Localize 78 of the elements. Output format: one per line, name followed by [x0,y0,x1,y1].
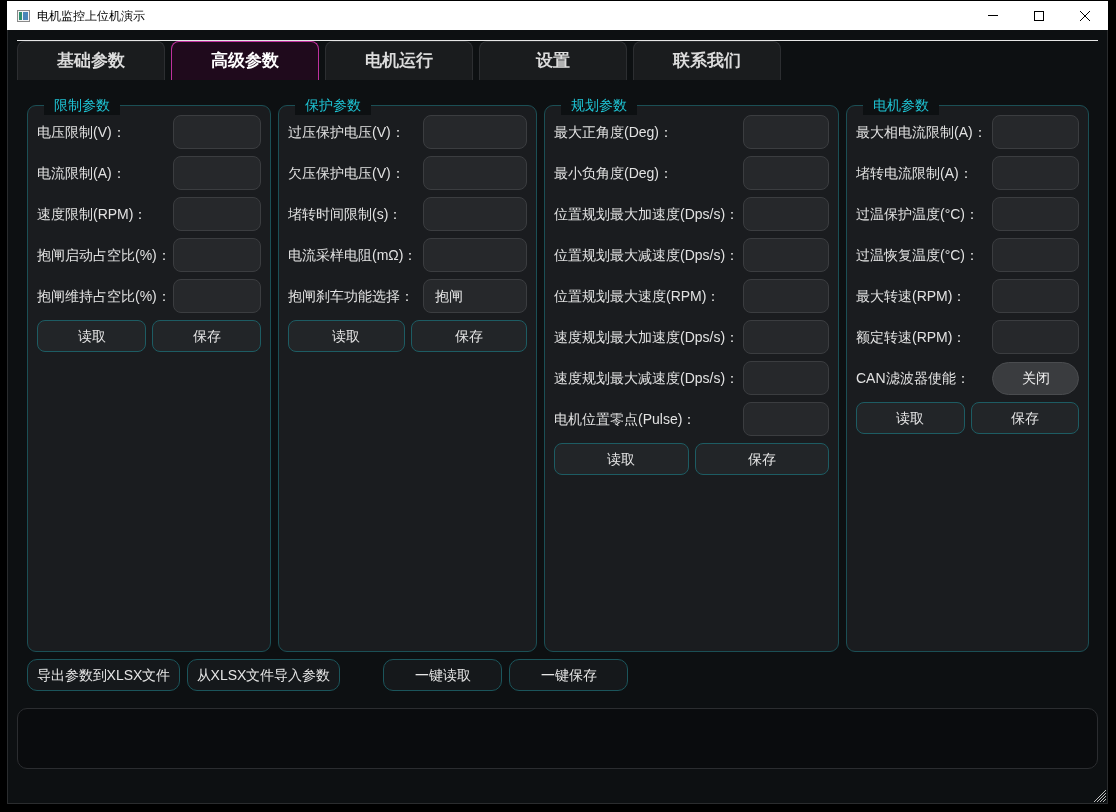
panel-button[interactable]: 读取 [554,443,689,475]
input-field[interactable] [173,115,261,149]
field-label: 位置规划最大速度(RPM)： [554,286,721,306]
field-label: 电流限制(A)： [37,163,126,183]
input-field[interactable] [173,238,261,272]
input-field[interactable] [743,279,829,313]
input-field[interactable] [743,402,829,436]
resize-grip-icon[interactable] [1094,790,1107,803]
panel-button[interactable]: 保存 [410,320,527,352]
field-label: 电流采样电阻(mΩ)： [288,245,418,265]
input-field[interactable] [173,156,261,190]
app-icon [17,9,30,22]
field-label: 欠压保护电压(V)： [288,163,405,183]
tab[interactable]: 联系我们 [633,41,781,80]
input-field[interactable] [423,156,527,190]
field-label: 抱闸启动占空比(%)： [37,245,171,265]
input-field[interactable] [743,197,829,231]
field-label: 最大正角度(Deg)： [554,122,673,142]
action-button[interactable]: 一键保存 [509,659,628,691]
tab[interactable]: 高级参数 [171,41,319,80]
field-label: 堵转电流限制(A)： [856,163,973,183]
panel-button[interactable]: 保存 [694,443,829,475]
field-label: 额定转速(RPM)： [856,327,967,347]
field-label: 速度规划最大加速度(Dps/s)： [554,327,740,347]
group-title: 保护参数 [295,95,371,115]
input-field[interactable] [992,156,1079,190]
input-field[interactable] [173,197,261,231]
field-label: 过压保护电压(V)： [288,122,405,142]
toggle-button[interactable]: 关闭 [992,361,1079,395]
panel-button[interactable]: 读取 [288,320,405,352]
minimize-icon [988,15,998,16]
action-button[interactable]: 导出参数到XLSX文件 [27,659,180,691]
input-field[interactable] [992,197,1079,231]
field-label: 过温保护温度(°C)： [856,204,980,224]
input-field[interactable] [743,156,829,190]
field-label: 最大相电流限制(A)： [856,122,987,142]
log-text-field[interactable] [17,708,1098,769]
field-label: 位置规划最大加速度(Dps/s)： [554,204,740,224]
field-label: 位置规划最大减速度(Dps/s)： [554,245,740,265]
field-label: 最大转速(RPM)： [856,286,967,306]
tab[interactable]: 电机运行 [325,41,473,80]
field-label: 堵转时间限制(s)： [288,204,403,224]
input-field[interactable] [743,115,829,149]
input-field[interactable] [992,115,1079,149]
input-field[interactable] [173,279,261,313]
field-label: 抱闸维持占空比(%)： [37,286,171,306]
group-title: 电机参数 [863,95,939,115]
group-title: 限制参数 [44,95,120,115]
tab[interactable]: 基础参数 [17,41,165,80]
field-label: CAN滤波器使能： [856,368,970,388]
input-field[interactable] [423,115,527,149]
input-field[interactable] [423,238,527,272]
close-icon [1080,10,1090,21]
field-label: 过温恢复温度(°C)： [856,245,980,265]
action-button[interactable]: 从XLSX文件导入参数 [187,659,340,691]
field-label: 速度规划最大减速度(Dps/s)： [554,368,740,388]
input-field[interactable] [992,238,1079,272]
panel-button[interactable]: 读取 [856,402,965,434]
group-title: 规划参数 [561,95,637,115]
dropdown-field[interactable]: 抱闸 [423,279,527,313]
field-label: 电机位置零点(Pulse)： [554,409,697,429]
panel-button[interactable]: 保存 [970,402,1079,434]
field-label: 最小负角度(Deg)： [554,163,673,183]
input-field[interactable] [743,361,829,395]
maximize-icon [1034,10,1044,21]
field-label: 抱闸刹车功能选择： [288,286,414,306]
window-title: 电机监控上位机演示 [37,7,145,24]
tab[interactable]: 设置 [479,41,627,80]
input-field[interactable] [992,320,1079,354]
field-label: 速度限制(RPM)： [37,204,148,224]
panel-button[interactable]: 读取 [37,320,146,352]
field-label: 电压限制(V)： [37,122,126,142]
input-field[interactable] [992,279,1079,313]
input-field[interactable] [743,238,829,272]
action-button[interactable]: 一键读取 [383,659,502,691]
input-field[interactable] [423,197,527,231]
input-field[interactable] [743,320,829,354]
panel-button[interactable]: 保存 [152,320,261,352]
